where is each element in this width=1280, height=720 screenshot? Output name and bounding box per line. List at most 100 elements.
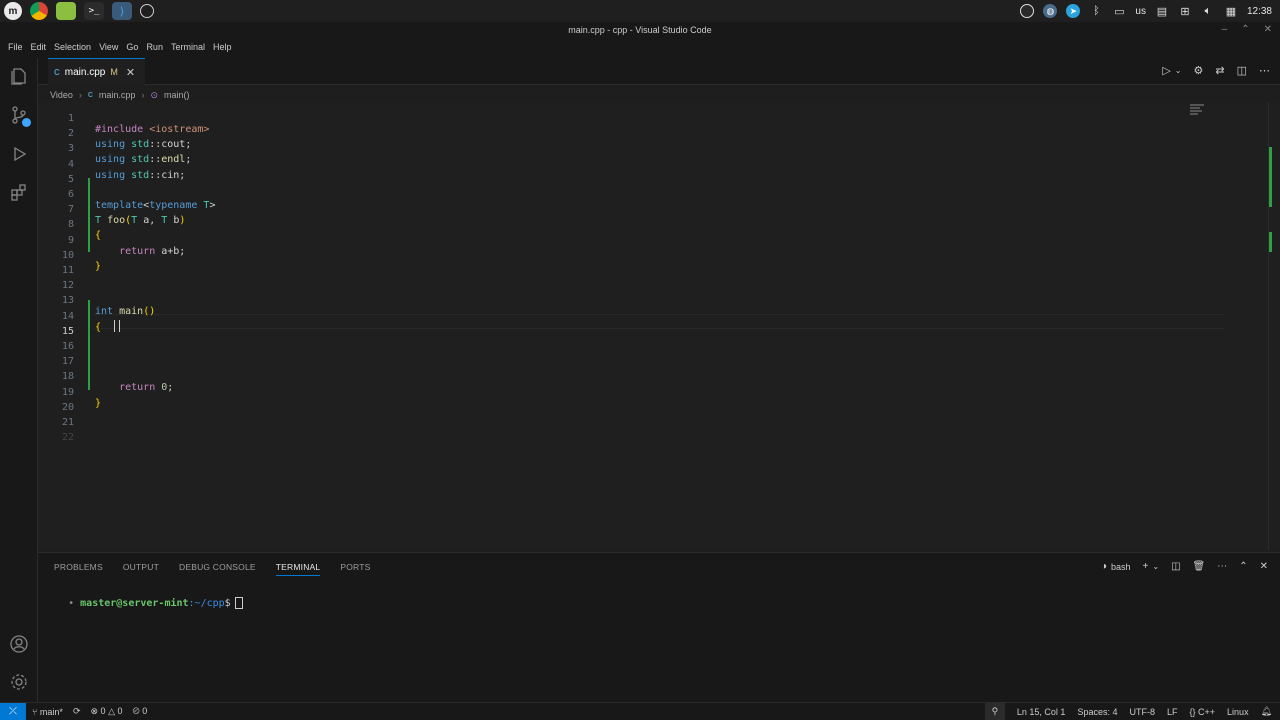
code-line: 22 <box>61 432 74 444</box>
run-settings-icon[interactable]: ⚙ <box>1194 64 1204 77</box>
menu-help[interactable]: Help <box>209 42 236 52</box>
run-file-icon[interactable]: ▷ <box>1162 64 1170 77</box>
run-debug-icon[interactable] <box>9 144 29 164</box>
settings-gear-icon[interactable] <box>9 672 29 692</box>
obs-icon[interactable] <box>1020 4 1035 18</box>
activity-bar <box>0 58 38 702</box>
compare-changes-icon[interactable]: ⇄ <box>1215 64 1224 77</box>
more-actions-icon[interactable]: ⋯ <box>1259 64 1270 77</box>
extensions-icon[interactable] <box>9 182 29 202</box>
system-tray: ◍ ➤ ᛒ ▭ us ▤ ⊞ 🔈︎ ▦ 12:38 <box>1020 0 1272 22</box>
code-editor[interactable]: 1 #include <iostream> 2 using std::cout;… <box>38 102 1268 550</box>
files-icon[interactable] <box>56 2 76 20</box>
source-control-badge <box>22 118 31 127</box>
new-terminal-icon[interactable]: + <box>1143 561 1149 572</box>
code-line: 12 <box>61 280 74 292</box>
calendar-icon[interactable]: ▦ <box>1224 4 1238 18</box>
code-line: 9 return a+b; <box>67 234 186 257</box>
code-line: 16 <box>61 341 74 352</box>
notifications-bell-icon[interactable]: 🔔︎ <box>1261 706 1272 717</box>
modified-indicator: M <box>110 67 118 77</box>
code-line: 2 using std::cout; <box>67 128 192 151</box>
breadcrumb-folder[interactable]: Video <box>50 90 73 100</box>
terminal-cursor <box>234 597 243 609</box>
mouse-ibeam-cursor <box>114 320 120 332</box>
notes-icon[interactable]: ▤ <box>1155 4 1169 18</box>
system-top-bar: m >_ ⟩ ◍ ➤ ᛒ ▭ us ▤ ⊞ 🔈︎ ▦ 12:38 <box>0 0 1280 22</box>
tab-main-cpp[interactable]: C main.cpp M ✕ <box>48 58 145 85</box>
account-icon[interactable] <box>9 634 29 654</box>
volume-icon[interactable]: 🔈︎ <box>1201 4 1215 18</box>
menu-view[interactable]: View <box>95 42 122 52</box>
tab-output[interactable]: OUTPUT <box>123 562 159 576</box>
split-editor-icon[interactable]: ◫ <box>1237 64 1247 77</box>
bluetooth-icon[interactable]: ᛒ <box>1089 4 1103 18</box>
source-control-icon[interactable] <box>9 105 31 127</box>
explorer-icon[interactable] <box>9 66 29 86</box>
remote-indicator-icon[interactable]: ⤫ <box>0 702 26 720</box>
menu-run[interactable]: Run <box>142 42 167 52</box>
split-terminal-icon[interactable]: ◫ <box>1171 561 1180 572</box>
vscode-icon[interactable]: ⟩ <box>112 2 132 20</box>
zoom-search-icon[interactable]: ⚲ <box>984 702 1005 720</box>
cursor-position[interactable]: Ln 15, Col 1 <box>1017 707 1066 717</box>
bottom-panel: PROBLEMS OUTPUT DEBUG CONSOLE TERMINAL P… <box>38 552 1280 702</box>
more-actions-icon[interactable]: ⋯ <box>1217 561 1227 572</box>
code-line: 21 <box>61 417 74 428</box>
code-line: 10 } <box>61 249 102 272</box>
clock-app-icon[interactable] <box>140 4 154 18</box>
chrome-icon[interactable] <box>30 2 48 20</box>
tab-debug-console[interactable]: DEBUG CONSOLE <box>179 562 256 576</box>
minimize-icon[interactable]: – <box>1222 24 1228 35</box>
terminal-shell-icon: ◑ <box>1100 561 1107 572</box>
sync-icon[interactable]: ⟳ <box>73 706 81 717</box>
chevron-down-icon[interactable]: ⌄ <box>1175 66 1182 77</box>
menu-file[interactable]: File <box>4 42 27 52</box>
tab-ports[interactable]: PORTS <box>340 562 370 576</box>
braces-icon: {} <box>1189 706 1196 717</box>
menu-terminal[interactable]: Terminal <box>167 42 209 52</box>
menu-go[interactable]: Go <box>122 42 142 52</box>
maximize-panel-icon[interactable]: ⌃ <box>1239 561 1247 572</box>
code-line: 19 } <box>61 386 102 409</box>
system-clock[interactable]: 12:38 <box>1247 6 1272 17</box>
cpu-icon[interactable]: ▭ <box>1112 4 1126 18</box>
trash-icon[interactable]: 🗑︎ <box>1193 561 1206 572</box>
warning-icon: △ <box>108 706 115 716</box>
os-indicator[interactable]: Linux <box>1227 707 1249 717</box>
code-line: 4 using std::cin; <box>67 158 186 181</box>
code-line: 14 { <box>61 310 102 333</box>
end-of-line[interactable]: LF <box>1167 707 1178 717</box>
minimap[interactable] <box>1190 104 1208 124</box>
keyboard-layout[interactable]: us <box>1135 6 1146 17</box>
problems-status[interactable]: ⊗ 0 △ 0 <box>90 706 122 717</box>
tab-terminal[interactable]: TERMINAL <box>275 562 321 576</box>
ports-status[interactable]: ⦼ 0 <box>133 706 148 717</box>
code-line: 6 template<typename T> <box>67 189 216 211</box>
network-icon[interactable]: ⊞ <box>1178 4 1192 18</box>
cpp-file-icon: C <box>87 91 93 99</box>
menu-selection[interactable]: Selection <box>50 42 95 52</box>
cpp-file-icon: C <box>54 67 60 77</box>
breadcrumb-file[interactable]: main.cpp <box>99 90 136 100</box>
menu-edit[interactable]: Edit <box>27 42 51 52</box>
indentation[interactable]: Spaces: 4 <box>1077 707 1117 717</box>
language-mode[interactable]: {} C++ <box>1190 707 1216 717</box>
maximize-icon[interactable]: ⌃ <box>1241 24 1249 35</box>
tab-problems[interactable]: PROBLEMS <box>54 562 103 576</box>
telegram-icon[interactable]: ➤ <box>1066 4 1081 18</box>
terminal-shell-name[interactable]: bash <box>1111 562 1131 572</box>
close-panel-icon[interactable]: ✕ <box>1260 561 1268 572</box>
close-window-icon[interactable]: ✕ <box>1264 24 1272 35</box>
terminal-icon[interactable]: >_ <box>84 2 104 20</box>
mint-menu-icon[interactable]: m <box>4 2 22 20</box>
encoding[interactable]: UTF-8 <box>1129 707 1155 717</box>
editor-scrollbar[interactable] <box>1268 102 1280 550</box>
code-line: 13 int main() <box>61 295 156 318</box>
chevron-down-icon[interactable]: ⌄ <box>1152 562 1159 571</box>
terminal-prompt[interactable]: • master@server-mint:~/cpp$ <box>44 586 243 620</box>
steam-icon[interactable]: ◍ <box>1043 4 1058 18</box>
branch-status[interactable]: ⑂ main* <box>32 707 63 717</box>
breadcrumb-symbol[interactable]: main() <box>164 90 190 100</box>
close-tab-icon[interactable]: ✕ <box>126 66 135 79</box>
